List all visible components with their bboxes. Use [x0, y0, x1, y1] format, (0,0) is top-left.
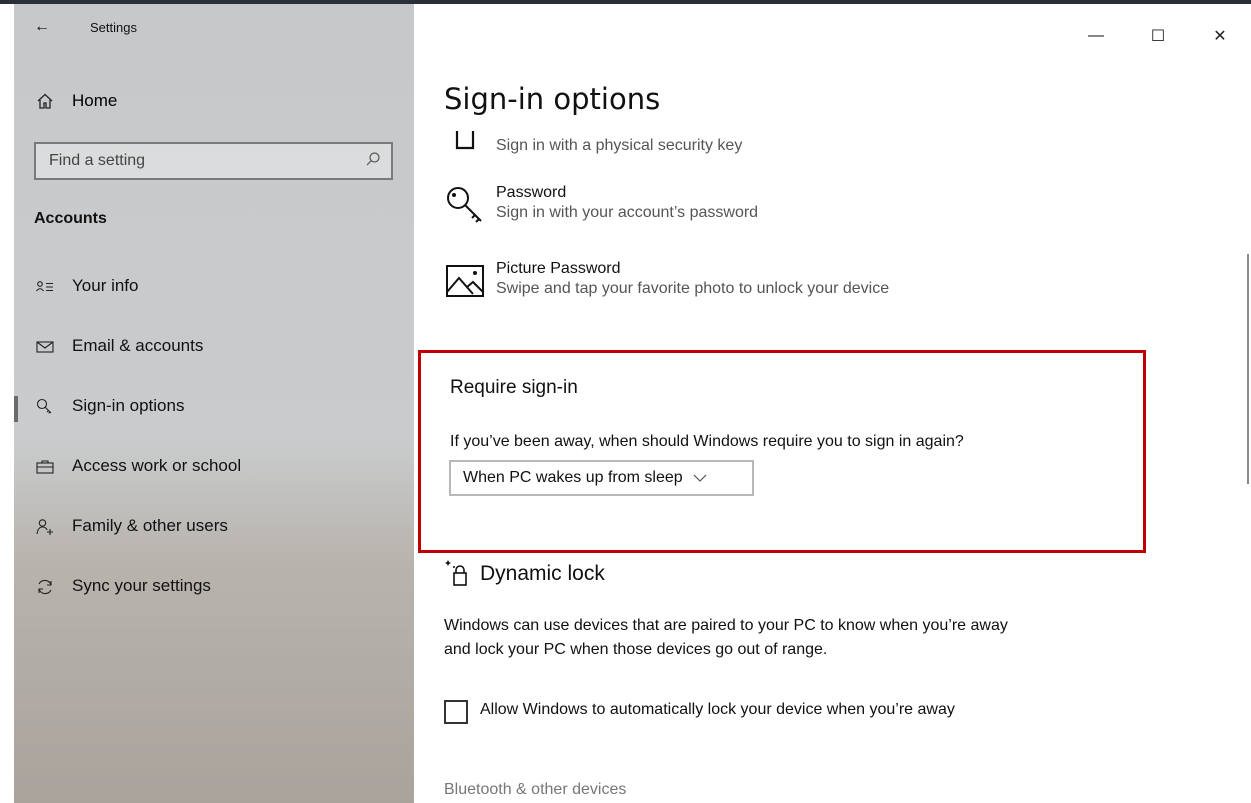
sidebar-item-your-info[interactable]: Your info — [34, 276, 241, 336]
dynamic-lock-icon — [444, 559, 474, 589]
sidebar-item-label: Your info — [72, 276, 139, 295]
app-title: Settings — [90, 19, 137, 35]
title-bar: ← Settings — [34, 18, 137, 36]
sidebar: ← Settings Home Find a setting Accounts … — [14, 4, 414, 803]
sidebar-item-email-accounts[interactable]: Email & accounts — [34, 336, 241, 396]
search-placeholder: Find a setting — [49, 152, 146, 169]
require-sign-in-question: If you’ve been away, when should Windows… — [450, 433, 964, 450]
option-name: Picture Password — [496, 260, 621, 277]
sidebar-item-label: Access work or school — [72, 456, 242, 475]
picture-icon — [444, 260, 486, 302]
search-icon[interactable] — [365, 151, 381, 172]
require-sign-in-dropdown[interactable]: When PC wakes up from sleep — [449, 460, 754, 496]
option-description: Sign in with a physical security key — [496, 137, 743, 154]
sync-icon — [34, 576, 56, 598]
page-title: Sign-in options — [444, 82, 661, 116]
scrollbar[interactable] — [1247, 254, 1249, 484]
key-icon — [34, 396, 56, 418]
selection-indicator — [14, 396, 18, 422]
sidebar-item-label: Sync your settings — [72, 576, 211, 595]
minimize-icon[interactable]: — — [1065, 22, 1127, 50]
sidebar-item-home[interactable]: Home — [34, 90, 117, 112]
chevron-down-icon — [693, 474, 707, 482]
section-heading: Require sign-in — [450, 377, 578, 398]
main-content: — ☐ ✕ Sign-in options Sign in with a phy… — [414, 4, 1251, 803]
section-heading: Dynamic lock — [480, 562, 605, 585]
sidebar-item-label: Sign-in options — [72, 396, 185, 415]
sidebar-nav: Your info Email & accounts Sign-in optio… — [14, 276, 241, 636]
sidebar-item-family[interactable]: Family & other users — [34, 516, 241, 576]
person-list-icon — [34, 276, 56, 298]
dynamic-lock-heading: Dynamic lock — [444, 559, 605, 589]
option-description: Sign in with your account’s password — [496, 204, 759, 221]
option-description: Swipe and tap your favorite photo to unl… — [496, 280, 890, 297]
mail-icon — [34, 336, 56, 358]
bluetooth-devices-link[interactable]: Bluetooth & other devices — [444, 781, 626, 799]
option-password[interactable]: Password Sign in with your account’s pas… — [444, 184, 758, 226]
maximize-icon[interactable]: ☐ — [1127, 22, 1189, 50]
dynamic-lock-description: Windows can use devices that are paired … — [444, 617, 1008, 658]
search-input[interactable]: Find a setting — [34, 142, 393, 180]
dynamic-lock-checkbox-row[interactable]: Allow Windows to automatically lock your… — [444, 698, 1000, 724]
dynamic-lock-checkbox[interactable] — [444, 700, 468, 724]
briefcase-icon — [34, 456, 56, 478]
sidebar-item-label: Home — [72, 91, 118, 110]
key-icon — [444, 184, 486, 226]
window-controls: — ☐ ✕ — [1065, 22, 1251, 50]
sidebar-item-label: Family & other users — [72, 516, 228, 535]
sidebar-item-sign-in-options[interactable]: Sign-in options — [14, 396, 241, 456]
option-security-key[interactable]: Sign in with a physical security key — [444, 131, 742, 155]
require-sign-in-section: Require sign-in If you’ve been away, whe… — [418, 350, 1146, 553]
section-title: Accounts — [34, 210, 107, 227]
security-key-icon — [444, 131, 486, 153]
sidebar-item-label: Email & accounts — [72, 336, 204, 355]
option-name: Password — [496, 184, 567, 201]
close-icon[interactable]: ✕ — [1189, 22, 1251, 50]
dropdown-value: When PC wakes up from sleep — [463, 469, 683, 486]
checkbox-label: Allow Windows to automatically lock your… — [480, 701, 955, 718]
sidebar-item-access-work[interactable]: Access work or school — [34, 456, 241, 516]
add-person-icon — [34, 516, 56, 538]
back-arrow-icon[interactable]: ← — [34, 18, 54, 36]
option-picture-password[interactable]: Picture Password Swipe and tap your favo… — [444, 260, 889, 302]
home-icon — [34, 90, 56, 112]
sidebar-item-sync[interactable]: Sync your settings — [34, 576, 241, 636]
